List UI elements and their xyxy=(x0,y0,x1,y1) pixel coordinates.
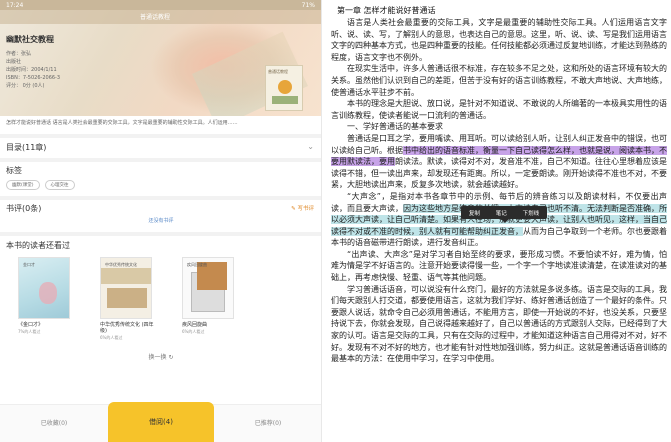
status-bar: 17:24 71% xyxy=(0,0,321,10)
chevron-down-icon: ⌄ xyxy=(307,142,314,151)
readers-book-list: 金口才 《金口才》 7%的人看过 中华优秀传统文化 中华优秀传统文化 (四年级)… xyxy=(6,257,316,341)
divider xyxy=(0,134,321,138)
cover-grass-art xyxy=(272,96,298,104)
paragraph[interactable]: 语言是人类社会最重要的交际工具，文字是最重要的辅助性交际工具。人们运用语言文字听… xyxy=(331,17,667,63)
write-review-button[interactable]: ✎ 写书评 xyxy=(291,204,314,212)
related-book-cover-text: 疾风回旋曲 xyxy=(187,262,207,267)
tags-list: 幽默(课堂) 心理交往 xyxy=(6,180,316,190)
rating-value: 0分 (0人) xyxy=(22,83,45,89)
related-book-cover-text: 金口才 xyxy=(23,262,35,267)
tags-section: 标签 幽默(课堂) 心理交往 xyxy=(6,165,316,190)
paragraph[interactable]: “出声读、大声念”是对学习者自始至终的要求，要形成习惯。不要怕读不好，难为情，怕… xyxy=(331,249,667,284)
book-author: 作者：张弘 xyxy=(6,51,32,57)
copy-button[interactable]: 复制 xyxy=(469,209,480,217)
book-cover[interactable]: 普通话教程 xyxy=(265,65,303,111)
related-book-title: 《金口才》 xyxy=(18,322,44,328)
book-cover-text: 普通话教程 xyxy=(268,69,288,74)
cover-art xyxy=(107,288,147,308)
related-book-count: 6%的人看过 xyxy=(182,329,205,334)
status-time: 17:24 xyxy=(6,1,24,9)
divider xyxy=(0,196,321,200)
section-heading: 一、学好普通话的基本要求 xyxy=(347,122,443,132)
paragraph[interactable]: 本书的理念是大胆说、放口说，是针对不知道说、不敢说的人所编著的一本极具实用性的语… xyxy=(331,98,667,121)
toc-row[interactable]: 目录(11章) ⌄ xyxy=(6,142,316,153)
cover-sun-art xyxy=(278,80,292,94)
related-book-title: 疾风回旋曲 xyxy=(182,322,208,328)
paragraph[interactable]: 在现实生活中，许多人普通话很不标准，存在较多不足之处，这和所处的语言环境有较大的… xyxy=(331,63,667,98)
note-button[interactable]: 笔记 xyxy=(496,209,507,217)
divider xyxy=(0,232,321,236)
selection-popup-menu: 复制 笔记 下划线 xyxy=(461,206,547,223)
cover-art xyxy=(101,268,151,284)
book-info: 幽默社交教程 作者：张弘 出版社 出版时间：2004/1/11 ISBN：7-5… xyxy=(6,34,176,90)
underline-button[interactable]: 下划线 xyxy=(523,209,540,217)
cover-art xyxy=(39,282,57,304)
reader-panel: 第一章 怎样才能说好普通话 语言是人类社会最重要的交际工具，文字是最重要的辅助性… xyxy=(327,0,671,442)
related-book[interactable]: 金口才 《金口才》 7%的人看过 xyxy=(18,257,78,341)
related-book-cover: 金口才 xyxy=(18,257,70,319)
write-review-label: 写书评 xyxy=(297,206,314,212)
tag-chip[interactable]: 幽默(课堂) xyxy=(6,180,40,190)
tags-label: 标签 xyxy=(6,166,22,175)
reviews-empty-text: 还没有书评 xyxy=(148,218,174,224)
book-title: 幽默社交教程 xyxy=(6,35,54,44)
paragraph[interactable]: 普通话是口耳之学，要用嘴读、用耳听。可以读给别人听，让别人纠正发音中的错误，也可… xyxy=(331,133,667,191)
bottom-action-bar: 已收藏(0) 借阅(4) 已推荐(0) xyxy=(0,402,321,442)
chapter-title: 第一章 怎样才能说好普通话 xyxy=(337,6,436,15)
rating-label: 评分： xyxy=(6,83,22,89)
book-description: 怎样才能说好普通话 语言是人类社会最重要的交际工具，文字是最重要的辅助性交际工具… xyxy=(6,120,238,126)
paragraph[interactable]: “大声念”，是指对本书各章节中的示例、每节后的辨音练习以及朗读材料，不仅要出声读… xyxy=(331,191,667,249)
reviews-label: 书评(0条) xyxy=(6,204,42,213)
refresh-button[interactable]: 换一换 ↻ xyxy=(0,352,321,361)
related-book-count: 7%的人看过 xyxy=(18,329,41,334)
book-hero-banner: 普通话教程 幽默社交教程 作者：张弘 出版社 出版时间：2004/1/11 IS… xyxy=(0,10,321,116)
recommend-button[interactable]: 已推荐(0) xyxy=(214,405,321,442)
book-rating: 评分： 0分 (0人) xyxy=(6,82,176,90)
reviews-section: 书评(0条) ✎ 写书评 还没有书评 xyxy=(6,203,316,233)
borrow-button[interactable]: 借阅(4) xyxy=(108,402,214,442)
book-isbn: ISBN：7-5026-2066-3 xyxy=(6,75,61,81)
related-book-count: 6%的人看过 xyxy=(100,335,123,340)
tag-chip[interactable]: 心理交往 xyxy=(44,180,75,190)
readers-also-label: 本书的读者还看过 xyxy=(6,241,70,250)
related-book-cover: 中华优秀传统文化 xyxy=(100,257,152,319)
book-publisher: 出版社 xyxy=(6,59,22,65)
favorites-button[interactable]: 已收藏(0) xyxy=(0,405,108,442)
related-book[interactable]: 疾风回旋曲 疾风回旋曲 6%的人看过 xyxy=(182,257,242,341)
divider xyxy=(0,158,321,162)
paragraph[interactable]: 学习普通话语音，可以说没有什么窍门，最好的方法就是多说多练。语言是交际的工具，我… xyxy=(331,284,667,365)
book-date: 出版时间：2004/1/11 xyxy=(6,67,57,73)
related-book-cover: 疾风回旋曲 xyxy=(182,257,234,319)
related-book[interactable]: 中华优秀传统文化 中华优秀传统文化 (四年级) 6%的人看过 xyxy=(100,257,160,341)
status-battery: 71% xyxy=(301,1,315,9)
book-detail-panel: 17:24 71% 普通话教程 幽默社交教程 作者：张弘 出版社 出版时间：20… xyxy=(0,0,322,442)
related-book-title: 中华优秀传统文化 (四年级) xyxy=(100,322,154,334)
toc-label: 目录(11章) xyxy=(6,143,47,152)
readers-also-section: 本书的读者还看过 金口才 《金口才》 7%的人看过 中华优秀传统文化 中华优秀传… xyxy=(6,240,316,341)
